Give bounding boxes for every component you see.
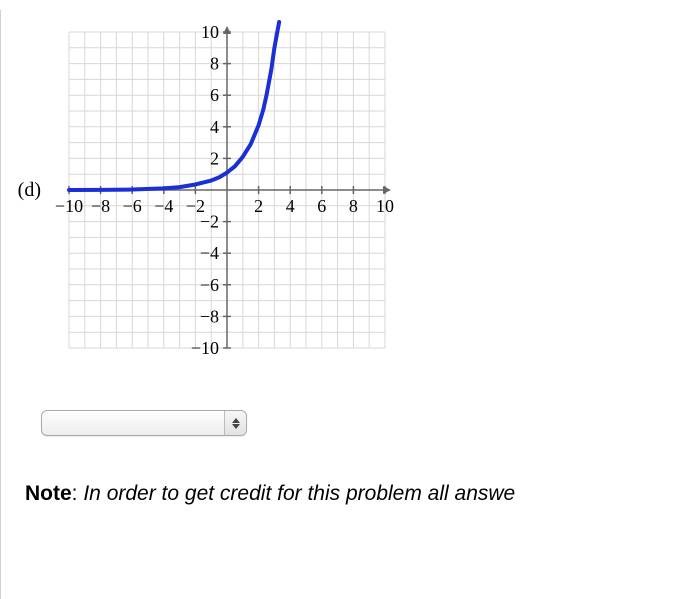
part-label: (d) [11,179,41,202]
note-bold: Note [25,482,72,505]
chevron-down-icon [232,424,240,429]
svg-text:10: 10 [376,196,394,216]
svg-text:−10: −10 [55,196,83,216]
svg-text:−8: −8 [200,306,219,326]
stepper-icon [224,411,246,435]
svg-text:8: 8 [349,196,358,216]
svg-text:4: 4 [286,196,295,216]
note-text: Note: In order to get credit for this pr… [25,482,678,506]
svg-text:8: 8 [210,54,219,74]
svg-text:−6: −6 [200,275,219,295]
svg-text:−4: −4 [200,243,219,263]
svg-text:−4: −4 [154,196,173,216]
svg-text:2: 2 [254,196,263,216]
svg-text:6: 6 [317,196,326,216]
svg-text:−6: −6 [123,196,142,216]
chart: −10−8−6−4−2246810−10−8−6−4−2246810 [47,10,407,370]
svg-text:10: 10 [201,22,219,42]
chevron-up-icon [232,418,240,423]
note-italic: In order to get credit for this problem … [83,482,515,505]
answer-select[interactable] [41,410,247,436]
answer-select-value [42,411,224,435]
svg-text:6: 6 [210,85,219,105]
svg-text:−10: −10 [191,338,219,358]
svg-text:2: 2 [210,148,219,168]
svg-text:−8: −8 [91,196,110,216]
svg-text:−2: −2 [200,212,219,232]
svg-text:4: 4 [210,117,219,137]
